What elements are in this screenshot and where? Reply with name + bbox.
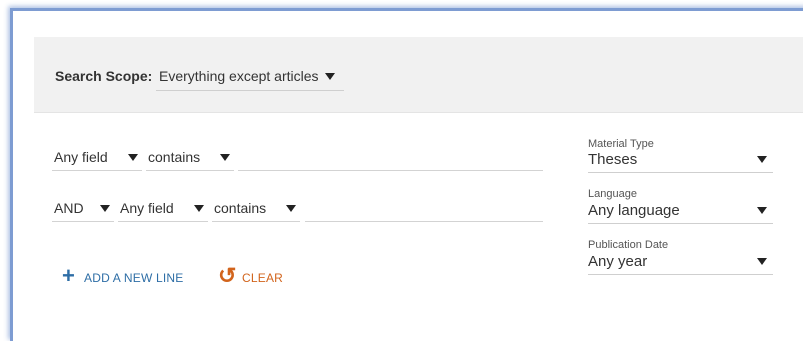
caret-down-icon — [325, 73, 335, 80]
material-type-value: Theses — [588, 151, 638, 168]
row2-boolean-value: AND — [54, 200, 84, 216]
caret-down-icon — [757, 156, 767, 163]
row2-operator-dropdown[interactable]: contains — [212, 199, 300, 222]
material-type-dropdown[interactable]: Theses — [588, 150, 773, 173]
caret-down-icon — [757, 207, 767, 214]
row1-field-value: Any field — [54, 149, 108, 165]
search-scope-dropdown[interactable]: Everything except articles — [156, 68, 344, 91]
row2-field-value: Any field — [120, 200, 174, 216]
row2-search-input[interactable] — [305, 199, 543, 222]
publication-date-value: Any year — [588, 253, 648, 270]
row1-operator-dropdown[interactable]: contains — [146, 148, 234, 171]
clear-label: CLEAR — [242, 271, 284, 285]
caret-down-icon — [100, 205, 110, 212]
add-new-line-label: ADD A NEW LINE — [84, 271, 184, 285]
advanced-search-panel: Search Scope: Everything except articles… — [10, 8, 803, 341]
language-value: Any language — [588, 202, 680, 219]
search-scope-bar: Search Scope: Everything except articles — [34, 37, 803, 113]
search-scope-value: Everything except articles — [159, 68, 319, 84]
material-type-label: Material Type — [588, 138, 654, 150]
caret-down-icon — [757, 258, 767, 265]
row2-field-dropdown[interactable]: Any field — [118, 199, 208, 222]
search-scope-label: Search Scope: — [55, 68, 153, 84]
row1-field-dropdown[interactable]: Any field — [52, 148, 142, 171]
caret-down-icon — [286, 205, 296, 212]
publication-date-label: Publication Date — [588, 239, 669, 251]
publication-date-dropdown[interactable]: Any year — [588, 252, 773, 275]
caret-down-icon — [220, 154, 230, 161]
plus-icon: + — [62, 263, 76, 288]
caret-down-icon — [194, 205, 204, 212]
language-label: Language — [588, 188, 637, 200]
undo-arrow-icon: ↺ — [218, 263, 237, 288]
row2-boolean-dropdown[interactable]: AND — [52, 199, 114, 222]
row1-operator-value: contains — [148, 149, 201, 165]
language-dropdown[interactable]: Any language — [588, 201, 773, 224]
caret-down-icon — [128, 154, 138, 161]
row2-operator-value: contains — [214, 200, 267, 216]
row1-search-input[interactable] — [238, 148, 543, 171]
